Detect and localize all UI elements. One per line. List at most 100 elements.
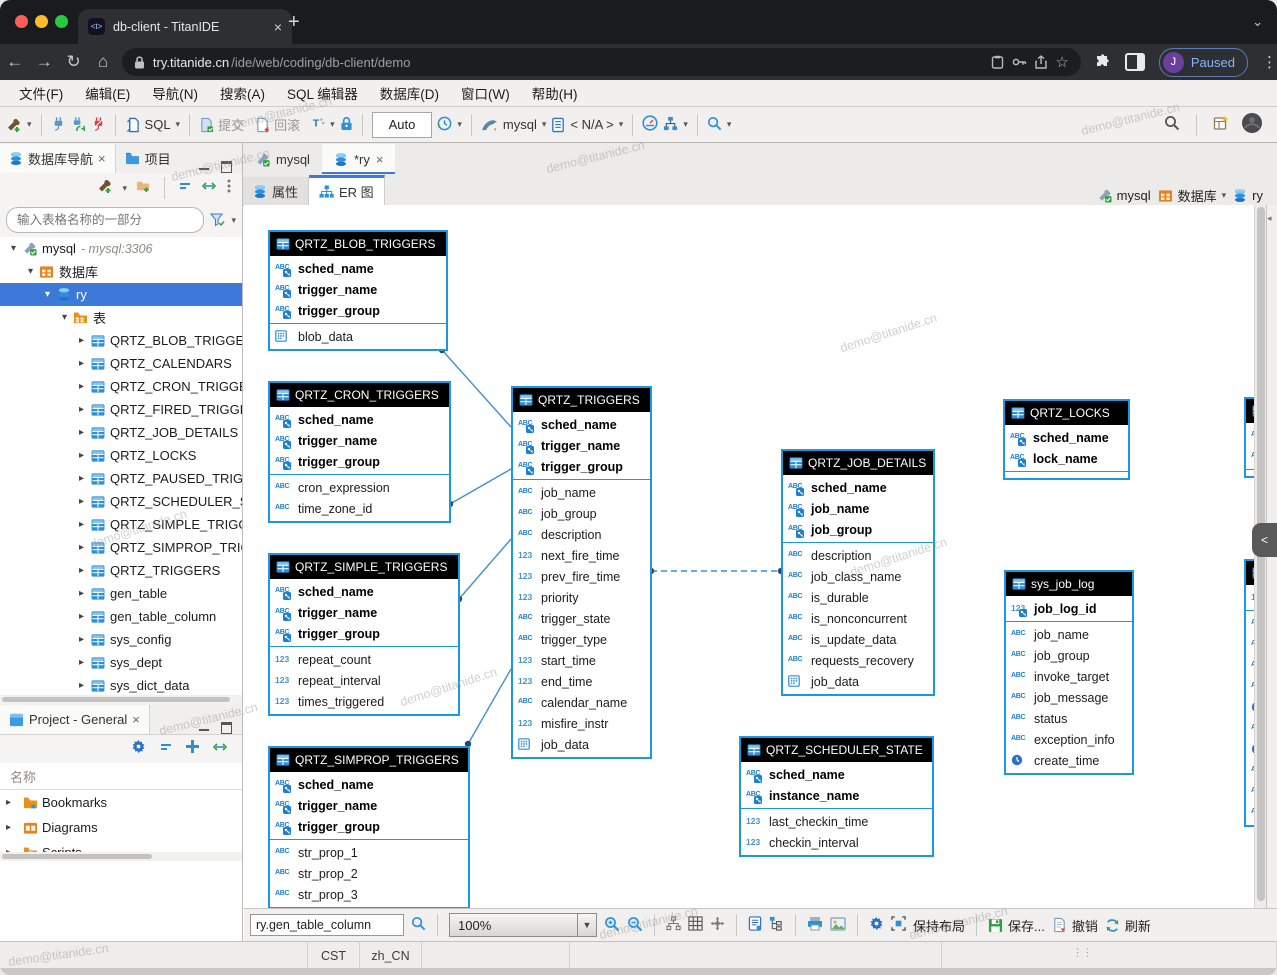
traffic-light-zoom[interactable] bbox=[55, 15, 68, 28]
entity-header[interactable]: QRTZ_TRIGGERS bbox=[513, 388, 650, 412]
forward-button[interactable]: → bbox=[29, 52, 58, 72]
entity-column-job-name[interactable]: ABCjob_name bbox=[783, 498, 933, 519]
diagram-search-input[interactable] bbox=[250, 914, 404, 936]
url-bar[interactable]: try.titanide.cn/ide/web/coding/db-client… bbox=[122, 48, 1081, 76]
expand-icon[interactable]: ▸ bbox=[74, 381, 89, 392]
dashboard-button[interactable] bbox=[642, 115, 658, 134]
database-selector[interactable]: < N/A > bbox=[570, 117, 613, 132]
link-editor-button[interactable] bbox=[201, 179, 217, 197]
entity-qrtz-simple-triggers[interactable]: QRTZ_SIMPLE_TRIGGERSABCsched_name ABCtrig… bbox=[268, 553, 460, 716]
export-image-button[interactable] bbox=[830, 917, 846, 934]
entity-column-trigger-group[interactable]: ABCtrigger_group bbox=[270, 623, 458, 644]
entity-column-job-class-name[interactable]: ABCjob_class_name bbox=[783, 566, 933, 587]
traffic-light-minimize[interactable] bbox=[35, 15, 48, 28]
filter-icon[interactable] bbox=[210, 213, 225, 227]
profile-chip[interactable]: J Paused bbox=[1159, 48, 1248, 77]
search-dropdown-icon[interactable]: ▾ bbox=[727, 119, 732, 130]
collapse-icon[interactable]: ▾ bbox=[57, 312, 72, 323]
expand-icon[interactable]: ▸ bbox=[74, 450, 89, 461]
menu-item-sql[interactable]: SQL 编辑器 bbox=[276, 83, 369, 103]
entity-qrtz-scheduler-state[interactable]: QRTZ_SCHEDULER_STATEABCsched_nameABCinst… bbox=[739, 736, 934, 857]
entity-qrtz-locks[interactable]: QRTZ_LOCKSABCsched_nameABClock_name bbox=[1003, 399, 1130, 480]
zoom-level-combo[interactable]: 100%▼ bbox=[449, 913, 597, 937]
tree-item-sys-dict-data[interactable]: ▸sys_dict_data bbox=[0, 674, 242, 695]
tree-item-qrtz-paused-triggers[interactable]: ▸QRTZ_PAUSED_TRIGGERS bbox=[0, 467, 242, 490]
tab-search-chevron-icon[interactable]: ⌄ bbox=[1252, 14, 1263, 30]
breadcrumb-item-ry[interactable]: ry bbox=[1233, 188, 1263, 203]
entity-column-time-zone-id[interactable]: ABCtime_zone_id bbox=[270, 498, 449, 519]
entity-header[interactable]: sys_job_log bbox=[1006, 572, 1132, 596]
tree-item-qrtz-simple-triggers[interactable]: ▸QRTZ_SIMPLE_TRIGGERS bbox=[0, 513, 242, 536]
entity-column-repeat-count[interactable]: 123repeat_count bbox=[270, 649, 458, 670]
close-icon[interactable]: × bbox=[376, 152, 384, 167]
expand-icon[interactable]: ▸ bbox=[74, 588, 89, 599]
auto-layout-button[interactable] bbox=[666, 916, 681, 934]
menu-item-h[interactable]: 帮助(H) bbox=[521, 83, 589, 103]
lock-toolbar-button[interactable] bbox=[340, 116, 353, 134]
entity-column-job-group[interactable]: ABCjob_group bbox=[513, 503, 650, 524]
rollback-button[interactable]: 回滚 bbox=[255, 115, 300, 134]
collapse-icon[interactable]: ▾ bbox=[40, 289, 55, 300]
entity-column-job-group[interactable]: ABCjob_group bbox=[1006, 645, 1132, 666]
entity-column-trigger-group[interactable]: ABCtrigger_group bbox=[513, 456, 650, 477]
search-blue-button[interactable] bbox=[707, 116, 722, 134]
link-editor-button[interactable] bbox=[212, 740, 228, 758]
entity-column-prev-fire-time[interactable]: 123prev_fire_time bbox=[513, 566, 650, 587]
history-dropdown-icon[interactable]: ▾ bbox=[457, 119, 462, 130]
entity-qrtz-blob-triggers[interactable]: QRTZ_BLOB_TRIGGERSABCsched_nameABCtrigge… bbox=[268, 230, 448, 351]
tree-item-qrtz-locks[interactable]: ▸QRTZ_LOCKS bbox=[0, 444, 242, 467]
tree-item-mysql[interactable]: ▾mysql- mysql:3306 bbox=[0, 237, 242, 260]
minimize-icon[interactable] bbox=[199, 726, 209, 731]
share-icon[interactable] bbox=[1035, 55, 1047, 69]
entity-header[interactable]: QRTZ_SIMPLE_TRIGGERS bbox=[270, 555, 458, 579]
extensions-icon[interactable] bbox=[1095, 54, 1111, 70]
menu-item-w[interactable]: 窗口(W) bbox=[450, 83, 521, 103]
entity-column-str-prop-3[interactable]: ABCstr_prop_3 bbox=[270, 884, 468, 905]
entity-column-str-prop-1[interactable]: ABCstr_prop_1 bbox=[270, 842, 468, 863]
tree-item-qrtz-triggers[interactable]: ▸QRTZ_TRIGGERS bbox=[0, 559, 242, 582]
expand-icon[interactable]: ▸ bbox=[74, 565, 89, 576]
entity-header[interactable]: QRTZ_JOB_DETAILS bbox=[783, 451, 933, 475]
palette-expand-handle[interactable]: < bbox=[1252, 523, 1277, 557]
editor-tab-ry[interactable]: *ry× bbox=[322, 144, 395, 174]
entity-column-checkin-interval[interactable]: 123checkin_interval bbox=[741, 832, 932, 853]
fit-window-button[interactable] bbox=[710, 916, 725, 934]
network-dropdown-icon[interactable]: ▾ bbox=[683, 119, 688, 130]
expand-icon[interactable]: ▸ bbox=[6, 822, 19, 833]
entity-column-is-durable[interactable]: ABCis_durable bbox=[783, 587, 933, 608]
entity-column-lock-name[interactable]: ABClock_name bbox=[1005, 448, 1128, 469]
tree-item-sys-config[interactable]: ▸sys_config bbox=[0, 628, 242, 651]
expand-icon[interactable]: ▸ bbox=[6, 797, 19, 808]
sql-editor-button[interactable]: SQL bbox=[125, 117, 171, 133]
entity-column-trigger-name[interactable]: ABCtrigger_name bbox=[270, 279, 446, 300]
entity-header[interactable]: QRTZ_LOCKS bbox=[1005, 401, 1128, 425]
entity-qrtz-triggers[interactable]: QRTZ_TRIGGERSABCsched_nameABCtrigger_nam… bbox=[511, 386, 652, 759]
entity-column-sched-name[interactable]: ABCsched_name bbox=[741, 764, 932, 785]
tree-horizontal-scrollbar[interactable] bbox=[0, 695, 242, 704]
entity-column-next-fire-time[interactable]: 123next_fire_time bbox=[513, 545, 650, 566]
entity-column-invoke-target[interactable]: ABCinvoke_target bbox=[1006, 666, 1132, 687]
entity-column-repeat-interval[interactable]: 123repeat_interval bbox=[270, 670, 458, 691]
zoom-in-button[interactable] bbox=[604, 916, 620, 935]
entity-column-trigger-name[interactable]: ABCtrigger_name bbox=[513, 435, 650, 456]
entity-qrtz-job-details[interactable]: QRTZ_JOB_DETAILSABCsched_nameABCjob_name… bbox=[781, 449, 935, 696]
expand-icon[interactable]: ▸ bbox=[74, 496, 89, 507]
menu-item-d[interactable]: 数据库(D) bbox=[369, 83, 450, 103]
traffic-light-close[interactable] bbox=[15, 15, 28, 28]
editor-subtab-item[interactable]: 属性 bbox=[243, 177, 309, 205]
tree-item-item[interactable]: ▾数据库 bbox=[0, 260, 242, 283]
entity-column-instance-name[interactable]: ABCinstance_name bbox=[741, 785, 932, 806]
tab-project-explorer[interactable]: 项目 bbox=[116, 144, 180, 173]
tree-item-ry[interactable]: ▾ry bbox=[0, 283, 242, 306]
entity-column-trigger-name[interactable]: ABCtrigger_name bbox=[270, 430, 449, 451]
entity-column-sched-name[interactable]: ABCsched_name bbox=[783, 477, 933, 498]
entity-column-description[interactable]: ABCdescription bbox=[783, 545, 933, 566]
entity-column-create-time[interactable]: create_time bbox=[1006, 750, 1132, 771]
entity-column-sched-name[interactable]: ABCsched_name bbox=[270, 581, 458, 602]
expand-icon[interactable]: ▸ bbox=[74, 335, 89, 346]
new-connection-button[interactable] bbox=[97, 178, 113, 199]
side-panel-icon[interactable] bbox=[1125, 53, 1145, 71]
entity-column-end-time[interactable]: 123end_time bbox=[513, 671, 650, 692]
save-diagram-button[interactable]: 保存... bbox=[988, 916, 1045, 935]
entity-column-exception-info[interactable]: ABCexception_info bbox=[1006, 729, 1132, 750]
